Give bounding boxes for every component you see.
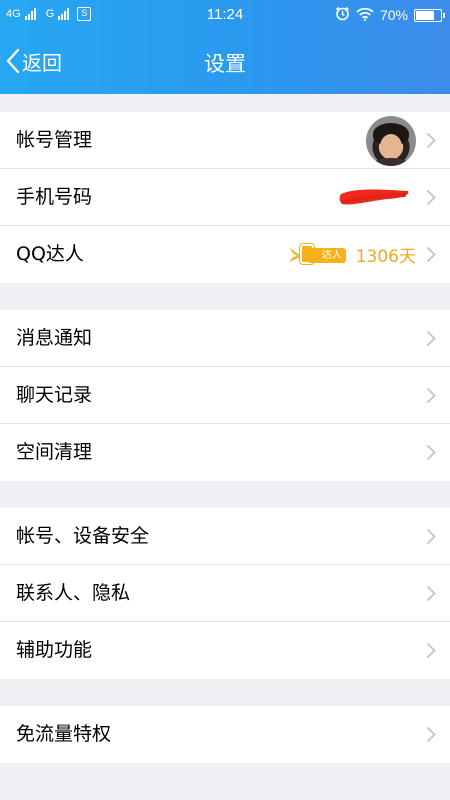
settings-item-label: 手机号码	[16, 186, 93, 208]
chevron-right-icon	[426, 528, 436, 549]
settings-group-messages: 消息通知 聊天记录 空间清理	[0, 310, 450, 481]
page-title: 设置	[204, 52, 246, 76]
chevron-right-icon	[426, 585, 436, 606]
daren-badge-label: 达人	[307, 247, 346, 263]
settings-item-free-data-privilege[interactable]: 免流量特权	[0, 706, 450, 763]
chevron-right-icon	[426, 726, 436, 747]
status-right: 70%	[335, 6, 445, 24]
settings-item-label: 空间清理	[16, 441, 93, 463]
status-bar: 4G G S 11:24 70%	[0, 0, 450, 30]
settings-item-contacts-privacy[interactable]: 联系人、隐私	[0, 565, 450, 622]
wifi-icon	[356, 7, 374, 24]
chevron-right-icon	[426, 642, 436, 663]
settings-item-label: QQ达人	[16, 243, 84, 265]
chevron-right-icon	[426, 189, 436, 210]
settings-item-phone-number[interactable]: 手机号码	[0, 169, 450, 226]
settings-item-label: 辅助功能	[16, 639, 93, 661]
settings-item-chat-history[interactable]: 聊天记录	[0, 367, 450, 424]
battery-percent: 70%	[379, 7, 408, 23]
settings-item-accessibility[interactable]: 辅助功能	[0, 622, 450, 679]
settings-group-security: 帐号、设备安全 联系人、隐私 辅助功能	[0, 508, 450, 679]
chevron-right-icon	[426, 387, 436, 408]
daren-days: 1306天	[355, 247, 416, 267]
chevron-right-icon	[426, 132, 436, 153]
settings-item-storage-cleanup[interactable]: 空间清理	[0, 424, 450, 481]
battery-fill	[416, 10, 435, 20]
settings-item-label: 帐号管理	[16, 129, 93, 151]
redaction-mark	[338, 186, 412, 214]
battery-icon	[414, 8, 445, 22]
settings-item-label: 联系人、隐私	[16, 582, 131, 604]
settings-item-label: 消息通知	[16, 327, 93, 349]
chevron-right-icon	[426, 246, 436, 267]
settings-item-notifications[interactable]: 消息通知	[0, 310, 450, 367]
chevron-right-icon	[426, 330, 436, 351]
settings-item-label: 帐号、设备安全	[16, 525, 150, 547]
settings-item-qq-daren[interactable]: QQ达人 达人 1306天	[0, 226, 450, 283]
settings-group-account: 帐号管理 手机号码 QQ达人 达人 1306天	[0, 112, 450, 283]
daren-badge-icon: 达人	[288, 243, 348, 267]
settings-item-account-device-security[interactable]: 帐号、设备安全	[0, 508, 450, 565]
daren-info: 达人 1306天	[288, 226, 416, 283]
settings-item-label: 免流量特权	[16, 723, 112, 745]
title-bar: 返回 设置	[0, 30, 450, 94]
settings-item-account-management[interactable]: 帐号管理	[0, 112, 450, 169]
header: 4G G S 11:24 70% 返回 设置	[0, 0, 450, 94]
settings-group-data: 免流量特权	[0, 706, 450, 763]
chevron-right-icon	[426, 444, 436, 465]
alarm-icon	[335, 6, 350, 24]
avatar	[366, 116, 416, 166]
settings-item-label: 聊天记录	[16, 384, 93, 406]
